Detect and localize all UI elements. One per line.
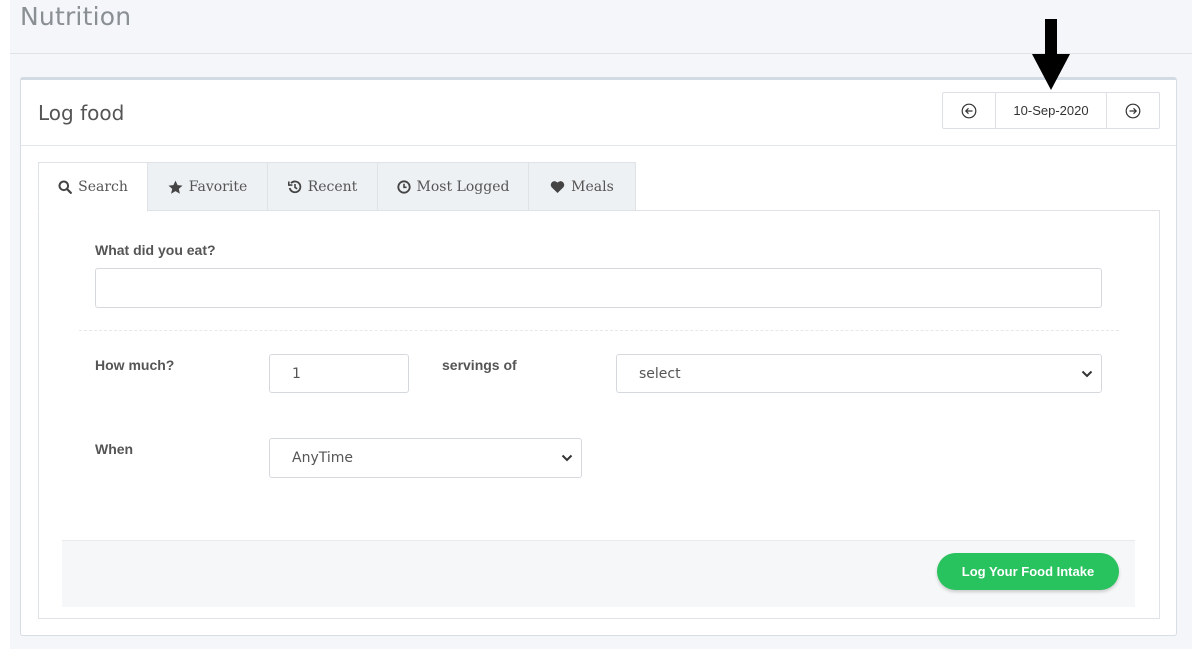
page-header [10, 0, 1192, 54]
log-food-intake-button[interactable]: Log Your Food Intake [937, 553, 1119, 590]
when-label: When [95, 441, 134, 457]
date-navigator: 10-Sep-2020 [942, 92, 1160, 129]
tab-meals[interactable]: Meals [529, 162, 636, 211]
tab-search-label: Search [78, 179, 128, 195]
heart-icon [550, 180, 565, 194]
tab-search[interactable]: Search [38, 162, 148, 212]
card-header: Log food 10-Sep-2020 [21, 80, 1176, 146]
tab-favorite-label: Favorite [188, 178, 248, 195]
previous-date-button[interactable] [943, 93, 995, 128]
star-icon [168, 180, 183, 194]
chevron-down-icon [561, 450, 573, 466]
tab-most-logged[interactable]: Most Logged [378, 162, 529, 211]
chevron-down-icon [1081, 366, 1093, 382]
annotation-arrow-icon [1032, 19, 1070, 90]
arrow-right-circle-icon [1125, 103, 1141, 118]
tab-most-logged-label: Most Logged [416, 178, 510, 195]
next-date-button[interactable] [1107, 93, 1159, 128]
clock-icon [396, 179, 411, 194]
food-search-input[interactable] [95, 268, 1102, 308]
when-select[interactable]: AnyTime [269, 438, 582, 478]
tab-meals-label: Meals [571, 178, 614, 195]
when-select-value: AnyTime [292, 450, 353, 466]
food-label: What did you eat? [95, 242, 216, 258]
history-icon [287, 180, 302, 194]
tab-recent[interactable]: Recent [268, 162, 378, 211]
servings-label: servings of [442, 357, 517, 373]
serving-unit-select-value: select [639, 365, 681, 382]
search-icon [58, 180, 73, 194]
serving-unit-select[interactable]: select [616, 354, 1102, 393]
tab-recent-label: Recent [307, 178, 358, 195]
form-divider [79, 330, 1119, 331]
tab-favorite[interactable]: Favorite [148, 162, 268, 211]
card-title: Log food [38, 101, 125, 125]
quantity-input[interactable]: 1 [269, 354, 409, 393]
page-title: Nutrition [20, 2, 132, 31]
current-date[interactable]: 10-Sep-2020 [995, 93, 1107, 128]
how-much-label: How much? [95, 357, 175, 373]
arrow-left-circle-icon [961, 103, 977, 118]
